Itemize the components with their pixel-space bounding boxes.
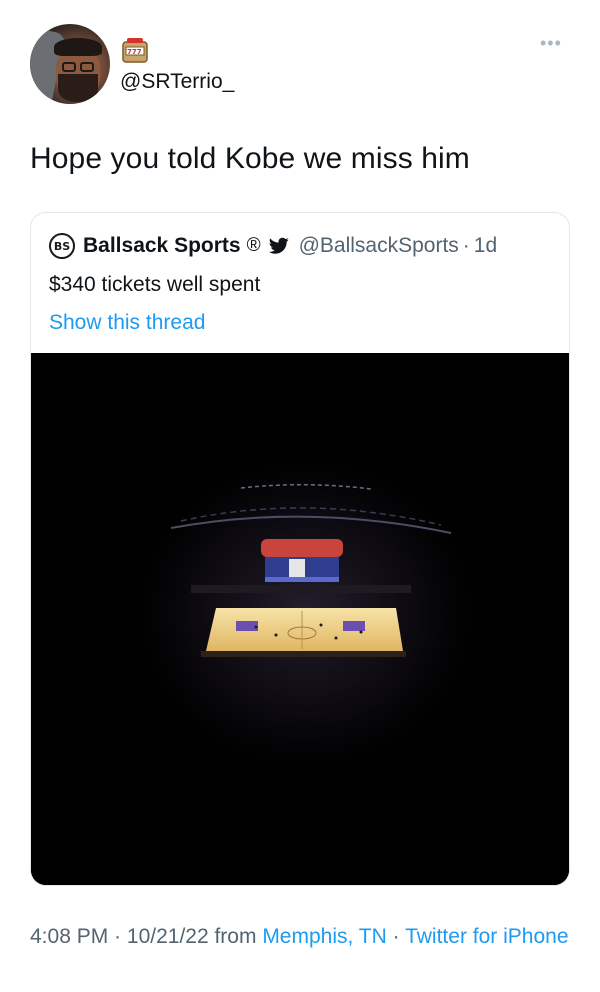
registered-mark: ®	[246, 235, 261, 256]
tweet-time[interactable]: 4:08 PM	[30, 925, 108, 948]
tweet-date[interactable]: 10/21/22	[127, 925, 209, 948]
separator-dot: ·	[462, 234, 470, 257]
ballsack-sports-logo-icon: BS	[49, 233, 75, 259]
quoted-author-handle[interactable]: @BallsackSports	[299, 234, 459, 258]
quoted-header: BS Ballsack Sports ® @BallsackSports · 1…	[49, 233, 497, 259]
location-link[interactable]: Memphis, TN	[262, 925, 386, 948]
meta-separator: ·	[386, 925, 406, 948]
quoted-tweet-text: $340 tickets well spent	[49, 273, 261, 296]
more-options-icon[interactable]: •••	[540, 34, 562, 52]
tweet-text: Hope you told Kobe we miss him	[30, 142, 470, 175]
twitter-bird-icon	[268, 237, 289, 254]
author-handle[interactable]: @SRTerrio_	[120, 70, 234, 94]
quoted-timestamp[interactable]: 1d	[474, 234, 497, 258]
svg-text:777: 777	[127, 48, 142, 56]
arena-photo[interactable]	[31, 353, 569, 885]
client-link[interactable]: Twitter for iPhone	[405, 925, 568, 948]
author-avatar[interactable]	[30, 24, 110, 104]
arena-photo-graphic	[31, 353, 569, 885]
slot-machine-icon: 777	[122, 38, 148, 63]
tweet-detail: 777 @SRTerrio_ ••• Hope you told Kobe we…	[0, 0, 600, 992]
show-thread-link[interactable]: Show this thread	[49, 311, 205, 335]
tweet-metadata: 4:08 PM · 10/21/22 from Memphis, TN · Tw…	[30, 922, 570, 952]
quoted-tweet-card[interactable]: BS Ballsack Sports ® @BallsackSports · 1…	[30, 212, 570, 886]
quoted-author-name[interactable]: Ballsack Sports	[83, 234, 241, 258]
meta-separator: ·	[108, 925, 127, 948]
from-label: from	[208, 925, 263, 948]
